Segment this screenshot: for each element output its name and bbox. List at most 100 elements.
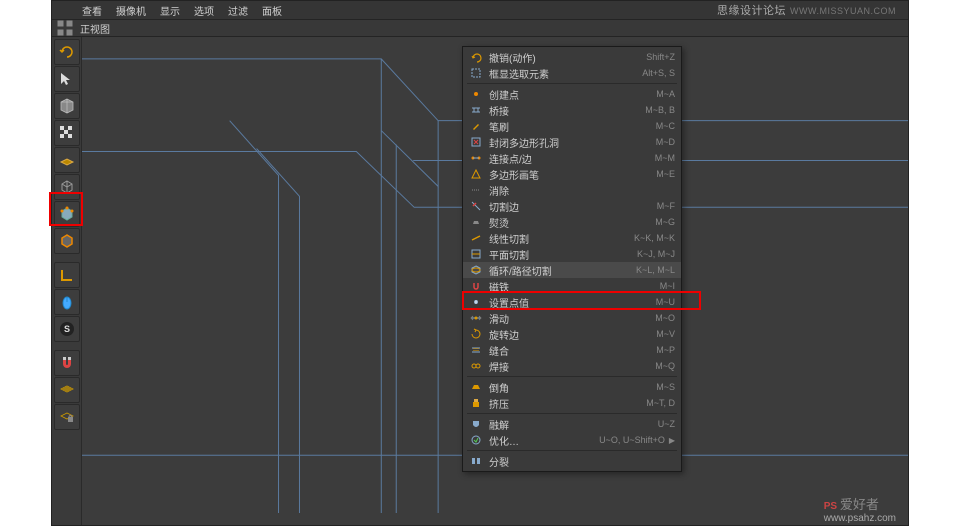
- ctx-shortcut: U~O, U~Shift+O: [599, 435, 665, 445]
- menu-camera[interactable]: 摄像机: [116, 3, 146, 18]
- point-icon: [469, 87, 483, 101]
- frame-icon: [469, 66, 483, 80]
- ctx-shortcut: M~E: [656, 169, 675, 179]
- ctx-label: 挤压: [489, 396, 646, 411]
- ctx-bevel[interactable]: 倒角M~S: [463, 379, 681, 395]
- polypen-icon: [469, 167, 483, 181]
- locked-workplane-icon[interactable]: [54, 404, 80, 430]
- ctx-shortcut: M~F: [657, 201, 675, 211]
- ctx-label: 撤销(动作): [489, 50, 646, 65]
- loopcut-icon: [469, 263, 483, 277]
- viewport-title: 正视图: [80, 21, 110, 36]
- floor-icon[interactable]: [54, 147, 80, 173]
- ctx-label: 设置点值: [489, 295, 656, 310]
- ctx-brush[interactable]: 笔刷M~C: [463, 118, 681, 134]
- extrude-icon: [469, 396, 483, 410]
- ctx-split[interactable]: 分裂: [463, 453, 681, 469]
- ctx-label: 桥接: [489, 103, 645, 118]
- mouse-icon[interactable]: [54, 289, 80, 315]
- magnet-icon[interactable]: [54, 350, 80, 376]
- ctx-label: 磁铁: [489, 279, 660, 294]
- edge-mode-icon[interactable]: [54, 228, 80, 254]
- slide-icon: [469, 311, 483, 325]
- ctx-shortcut: M~D: [656, 137, 675, 147]
- ctx-shortcut: M~V: [656, 329, 675, 339]
- ctx-label: 分裂: [489, 454, 675, 469]
- menu-filter[interactable]: 过滤: [228, 3, 248, 18]
- ctx-shortcut: M~Q: [655, 361, 675, 371]
- ctx-stitch[interactable]: 缝合M~P: [463, 342, 681, 358]
- ctx-shortcut: U~Z: [658, 419, 675, 429]
- ctx-shortcut: M~O: [655, 313, 675, 323]
- ctx-bridge[interactable]: 桥接M~B, B: [463, 102, 681, 118]
- ctx-label: 连接点/边: [489, 151, 655, 166]
- setval-icon: #: [469, 295, 483, 309]
- ctx-close[interactable]: 封闭多边形孔洞M~D: [463, 134, 681, 150]
- ctx-label: 倒角: [489, 380, 656, 395]
- point-mode-icon[interactable]: [54, 201, 80, 227]
- ctx-planecut[interactable]: 平面切割K~J, M~J: [463, 246, 681, 262]
- submenu-arrow-icon: ▶: [669, 436, 675, 445]
- ctx-frame[interactable]: 框显选取元素Alt+S, S: [463, 65, 681, 81]
- ctx-shortcut: M~A: [656, 89, 675, 99]
- ctx-spinedge[interactable]: 旋转边M~V: [463, 326, 681, 342]
- ctx-shortcut: K~L, M~L: [636, 265, 675, 275]
- ctx-label: 循环/路径切割: [489, 263, 636, 278]
- melt-icon: [469, 417, 483, 431]
- viewport-config-icon[interactable]: [56, 19, 74, 37]
- checker-icon[interactable]: [54, 120, 80, 146]
- ctx-label: 熨烫: [489, 215, 655, 230]
- ctx-dissolve[interactable]: 消除: [463, 182, 681, 198]
- ctx-shortcut: Shift+Z: [646, 52, 675, 62]
- ctx-label: 框显选取元素: [489, 66, 642, 81]
- cutedge-icon: [469, 199, 483, 213]
- menu-view[interactable]: 查看: [82, 3, 102, 18]
- ctx-shortcut: M~G: [655, 217, 675, 227]
- ctx-extrude[interactable]: 挤压M~T, D: [463, 395, 681, 411]
- viewport-titlebar: 正视图: [52, 19, 908, 37]
- ctx-shortcut: K~J, M~J: [637, 249, 675, 259]
- ctx-point[interactable]: 创建点M~A: [463, 86, 681, 102]
- magnet-icon: [469, 279, 483, 293]
- context-menu: 撤销(动作)Shift+Z框显选取元素Alt+S, S创建点M~A桥接M~B, …: [462, 46, 682, 472]
- move-icon[interactable]: [54, 93, 80, 119]
- ctx-shortcut: K~K, M~K: [634, 233, 675, 243]
- ctx-linecut[interactable]: 线性切割K~K, M~K: [463, 230, 681, 246]
- spinedge-icon: [469, 327, 483, 341]
- ctx-iron[interactable]: 熨烫M~G: [463, 214, 681, 230]
- ctx-shortcut: M~P: [656, 345, 675, 355]
- ctx-label: 创建点: [489, 87, 656, 102]
- ctx-label: 平面切割: [489, 247, 637, 262]
- ctx-setval[interactable]: # 设置点值M~U: [463, 294, 681, 310]
- ctx-cutedge[interactable]: 切割边M~F: [463, 198, 681, 214]
- planecut-icon: [469, 247, 483, 261]
- ctx-melt[interactable]: 融解U~Z: [463, 416, 681, 432]
- menu-panel[interactable]: 面板: [262, 3, 282, 18]
- ctx-label: 消除: [489, 183, 675, 198]
- menu-options[interactable]: 选项: [194, 3, 214, 18]
- ctx-magnet[interactable]: 磁铁M~I: [463, 278, 681, 294]
- ctx-weld[interactable]: 焊接M~Q: [463, 358, 681, 374]
- ctx-label: 切割边: [489, 199, 657, 214]
- axis-icon[interactable]: [54, 262, 80, 288]
- ctx-undo[interactable]: 撤销(动作)Shift+Z: [463, 49, 681, 65]
- snap-s-icon[interactable]: S: [54, 316, 80, 342]
- linecut-icon: [469, 231, 483, 245]
- ctx-slide[interactable]: 滑动M~O: [463, 310, 681, 326]
- live-select-icon[interactable]: [54, 66, 80, 92]
- ctx-polypen[interactable]: 多边形画笔M~E: [463, 166, 681, 182]
- ctx-connect[interactable]: 连接点/边M~M: [463, 150, 681, 166]
- left-toolbar: S: [52, 37, 82, 525]
- undo-icon[interactable]: [54, 39, 80, 65]
- ctx-loopcut[interactable]: 循环/路径切割K~L, M~L: [463, 262, 681, 278]
- ctx-optimize[interactable]: 优化…U~O, U~Shift+O▶: [463, 432, 681, 448]
- dissolve-icon: [469, 183, 483, 197]
- menu-display[interactable]: 显示: [160, 3, 180, 18]
- ctx-shortcut: M~U: [656, 297, 675, 307]
- ctx-label: 旋转边: [489, 327, 656, 342]
- model-mode-icon[interactable]: [54, 174, 80, 200]
- weld-icon: [469, 359, 483, 373]
- ctx-shortcut: M~S: [656, 382, 675, 392]
- ctx-label: 焊接: [489, 359, 655, 374]
- workplane-icon[interactable]: [54, 377, 80, 403]
